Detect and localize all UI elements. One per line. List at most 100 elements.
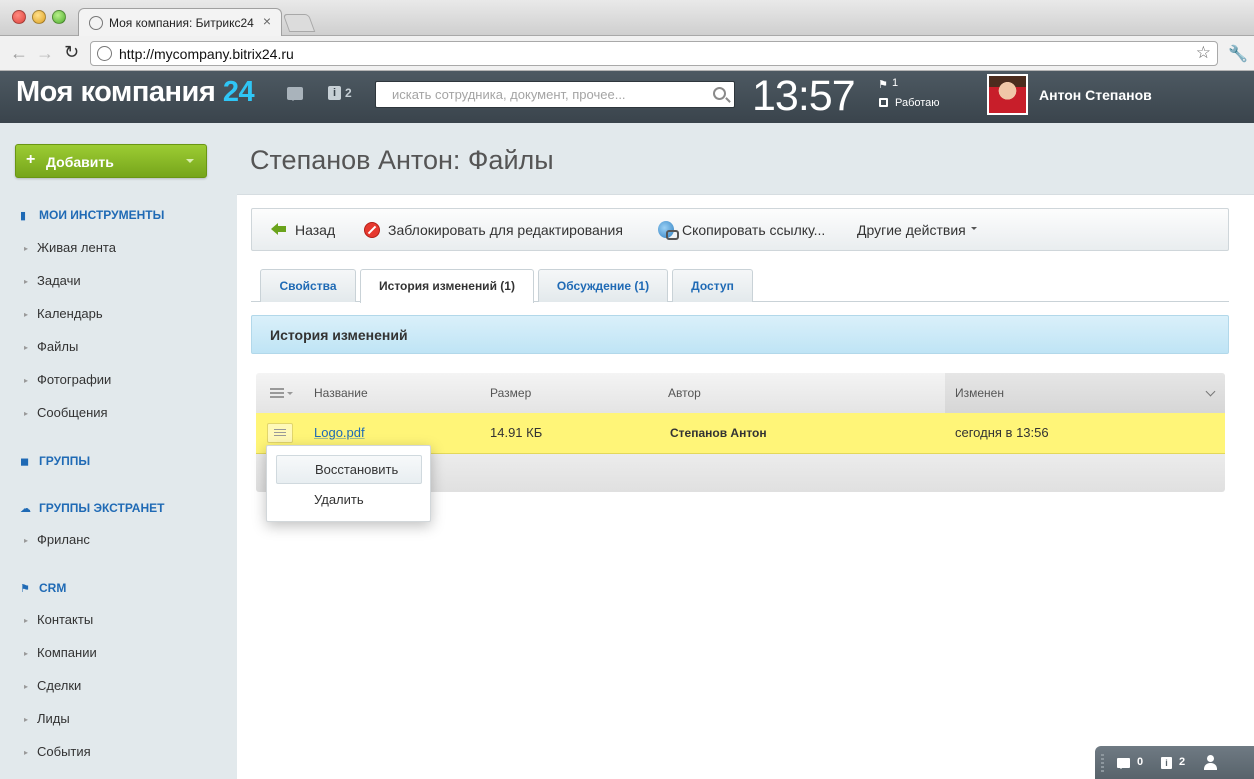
browser-toolbar: ← → ↻ http://mycompany.bitrix24.ru ☆ 🔧 [0, 36, 1254, 71]
chevron-down-icon [1205, 386, 1216, 397]
sidebar-item-label: Фотографии [37, 372, 112, 387]
back-arrow-icon[interactable] [271, 223, 287, 235]
sidebar-item-live-feed[interactable]: ▸ Живая лента [24, 240, 116, 255]
sidebar-item-label: Календарь [37, 306, 103, 321]
chat-icon[interactable] [287, 87, 303, 101]
close-tab-icon[interactable]: × [263, 13, 271, 29]
sidebar-item-label: Задачи [37, 273, 81, 288]
sidebar-item-messages[interactable]: ▸ Сообщения [24, 405, 108, 420]
sidebar-section-my-tools[interactable]: ▮ МОИ ИНСТРУМЕНТЫ [20, 208, 164, 222]
sidebar-item-files[interactable]: ▸ Файлы [24, 339, 78, 354]
sidebar-section-title: ГРУППЫ [39, 454, 91, 468]
sidebar-item-label: Компании [37, 645, 97, 660]
lock-for-editing-button[interactable]: Заблокировать для редактирования [388, 222, 623, 238]
chat-icon[interactable] [1117, 758, 1130, 769]
drag-handle[interactable] [1101, 754, 1104, 772]
back-button[interactable]: Назад [295, 222, 335, 238]
column-header-name[interactable]: Название [314, 386, 368, 400]
lock-icon[interactable] [364, 222, 380, 238]
work-status[interactable]: Работаю [895, 97, 940, 109]
info-icon[interactable]: i [1161, 757, 1172, 769]
file-name-link[interactable]: Logo.pdf [314, 425, 365, 440]
search-icon[interactable] [713, 87, 726, 100]
tab-properties[interactable]: Свойства [260, 269, 356, 302]
avatar[interactable] [987, 74, 1028, 115]
sidebar-section-title: МОИ ИНСТРУМЕНТЫ [39, 208, 165, 222]
sidebar-item-label: События [37, 744, 91, 759]
groups-icon: ◼ [20, 456, 30, 468]
search-input[interactable] [376, 82, 706, 107]
other-actions-button[interactable]: Другие действия [857, 222, 977, 238]
sidebar-item-companies[interactable]: ▸ Компании [24, 645, 97, 660]
flag-icon: ⚑ [20, 583, 30, 595]
sidebar-item-deals[interactable]: ▸ Сделки [24, 678, 81, 693]
restore-menu-item[interactable]: Восстановить [276, 455, 422, 484]
bullet-icon: ▸ [24, 748, 29, 757]
work-status-icon[interactable] [879, 98, 888, 107]
browser-tab[interactable]: Моя компания: Битрикс24 × [78, 8, 282, 37]
minimize-window-icon[interactable] [32, 10, 46, 24]
sidebar-item-label: Контакты [37, 612, 94, 627]
sidebar-item-tasks[interactable]: ▸ Задачи [24, 273, 81, 288]
link-icon[interactable] [658, 221, 679, 240]
sidebar-item-label: Фриланс [37, 532, 90, 547]
portal-logo[interactable]: Моя компания 24 [16, 76, 255, 109]
row-menu-button[interactable] [267, 423, 293, 443]
sidebar-item-freelance[interactable]: ▸ Фриланс [24, 532, 90, 547]
sidebar-item-contacts[interactable]: ▸ Контакты [24, 612, 93, 627]
column-header-author[interactable]: Автор [668, 386, 701, 400]
bullet-icon: ▸ [24, 616, 29, 625]
row-context-menu: Восстановить Удалить [266, 445, 431, 522]
menu-line [274, 429, 286, 430]
sidebar-item-label: Сделки [37, 678, 82, 693]
grid-settings-icon[interactable] [270, 388, 293, 398]
bookmark-star-icon[interactable]: ☆ [1196, 43, 1211, 63]
url-text[interactable]: http://mycompany.bitrix24.ru [119, 46, 294, 62]
clock[interactable]: 13:57 [752, 72, 856, 121]
sidebar-item-photos[interactable]: ▸ Фотографии [24, 372, 111, 387]
bullet-icon: ▸ [24, 244, 29, 253]
sidebar-item-events[interactable]: ▸ События [24, 744, 91, 759]
column-header-modified-sorted[interactable]: Изменен [945, 373, 1225, 413]
sidebar-section-groups[interactable]: ◼ ГРУППЫ [20, 454, 90, 468]
add-button[interactable]: + Добавить [15, 144, 207, 178]
grid-header: Название Размер Автор Изменен [256, 373, 1225, 413]
sidebar-item-calendar[interactable]: ▸ Календарь [24, 306, 103, 321]
sidebar-section-title: CRM [39, 581, 67, 595]
close-window-icon[interactable] [12, 10, 26, 24]
forward-arrow-icon[interactable]: → [36, 43, 54, 64]
sidebar-section-extranet[interactable]: ☁ ГРУППЫ ЭКСТРАНЕТ [20, 501, 164, 515]
search-box [375, 81, 735, 108]
zoom-window-icon[interactable] [52, 10, 66, 24]
info-icon[interactable]: i [328, 86, 341, 100]
user-name[interactable]: Антон Степанов [1039, 87, 1152, 103]
tab-access[interactable]: Доступ [672, 269, 753, 302]
sidebar-item-leads[interactable]: ▸ Лиды [24, 711, 70, 726]
copy-link-button[interactable]: Скопировать ссылку... [682, 222, 825, 238]
add-button-label: Добавить [46, 154, 114, 170]
bullet-icon: ▸ [24, 376, 29, 385]
reload-icon[interactable]: ↻ [64, 42, 79, 63]
flag-count: 1 [892, 77, 899, 89]
flag-icon[interactable]: ⚑ [878, 78, 888, 91]
back-arrow-icon[interactable]: ← [10, 43, 28, 64]
delete-menu-item[interactable]: Удалить [276, 486, 422, 515]
cloud-icon: ☁ [20, 503, 31, 515]
plus-icon: + [26, 151, 36, 168]
logo-number: 24 [222, 76, 255, 108]
tab-history[interactable]: История изменений (1) [360, 269, 534, 303]
wrench-icon[interactable]: 🔧 [1228, 44, 1248, 64]
bullet-icon: ▸ [24, 310, 29, 319]
new-tab-button[interactable] [282, 14, 316, 32]
browser-tab-title: Моя компания: Битрикс24 [109, 16, 254, 30]
column-header-size[interactable]: Размер [490, 386, 531, 400]
sidebar-section-title: ГРУППЫ ЭКСТРАНЕТ [39, 501, 165, 515]
sidebar-item-label: Файлы [37, 339, 79, 354]
file-modified: сегодня в 13:56 [955, 425, 1049, 440]
sidebar-section-crm[interactable]: ⚑ CRM [20, 581, 66, 595]
address-bar[interactable]: http://mycompany.bitrix24.ru ☆ [90, 41, 1218, 66]
tab-discussion[interactable]: Обсуждение (1) [538, 269, 668, 302]
users-icon[interactable] [1203, 755, 1221, 771]
file-size: 14.91 КБ [490, 425, 543, 440]
bullet-icon: ▸ [24, 715, 29, 724]
